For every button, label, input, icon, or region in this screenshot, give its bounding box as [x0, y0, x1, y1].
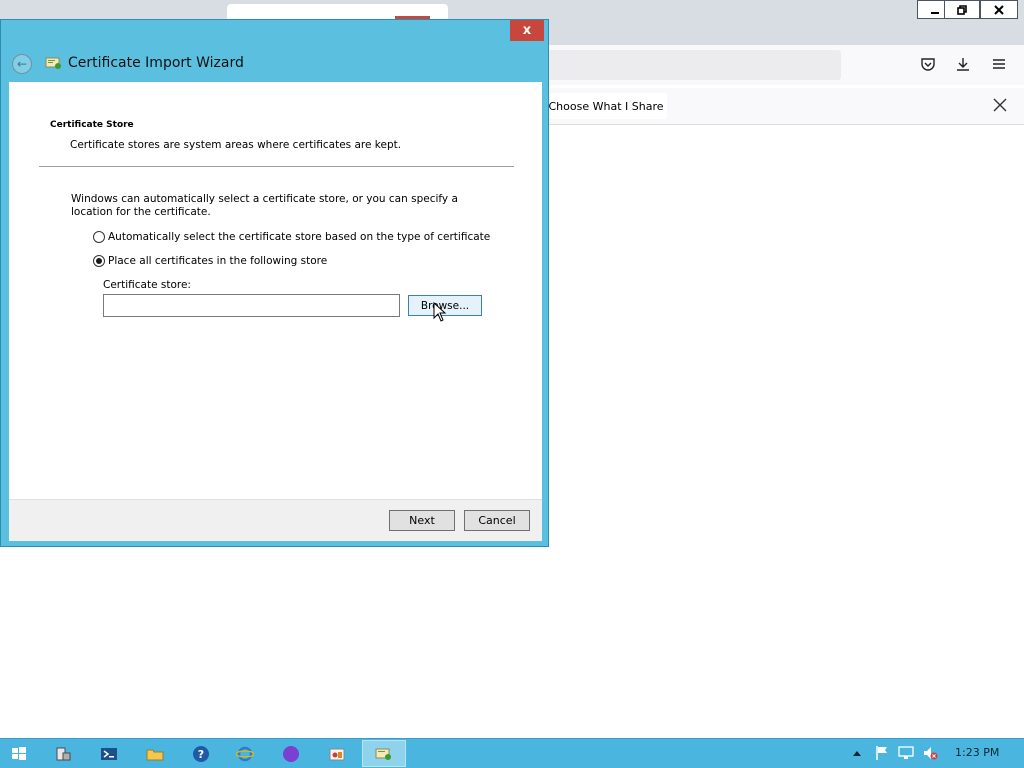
show-hidden-icons-icon[interactable] [850, 744, 864, 762]
next-button[interactable]: Next [389, 510, 455, 531]
auto-select-label[interactable]: Automatically select the certificate sto… [108, 231, 490, 243]
section-title: Certificate Store [50, 120, 134, 130]
action-center-flag-icon[interactable] [873, 744, 891, 762]
place-all-label[interactable]: Place all certificates in the following … [108, 255, 327, 267]
dialog-close-button[interactable]: x [510, 20, 544, 41]
internet-explorer-icon[interactable] [224, 740, 266, 767]
section-description: Certificate stores are system areas wher… [70, 139, 402, 151]
back-arrow-icon: ← [16, 57, 28, 71]
dialog-footer [9, 499, 542, 541]
certificate-store-input[interactable] [103, 294, 400, 317]
notification-close-icon[interactable] [990, 95, 1010, 115]
svg-text:?: ? [198, 748, 204, 761]
server-manager-icon[interactable] [42, 740, 84, 767]
file-explorer-icon[interactable] [134, 740, 176, 767]
pocket-icon[interactable] [917, 54, 939, 74]
restore-icon[interactable] [944, 0, 980, 19]
back-button[interactable]: ← [12, 54, 32, 74]
menu-icon[interactable] [988, 54, 1010, 74]
help-icon[interactable]: ? [180, 740, 222, 767]
divider [39, 166, 514, 167]
intro-text: Windows can automatically select a certi… [71, 193, 458, 218]
url-bar[interactable] [548, 50, 841, 80]
next-button-label: Next [409, 514, 435, 527]
app-icon[interactable] [316, 740, 358, 767]
download-icon[interactable] [952, 54, 974, 74]
powershell-icon[interactable] [88, 740, 130, 767]
place-all-radio[interactable] [93, 255, 105, 267]
certificate-store-label: Certificate store: [103, 279, 191, 291]
volume-muted-icon[interactable] [921, 744, 939, 762]
cancel-button[interactable]: Cancel [464, 510, 530, 531]
radio-selected-dot [96, 258, 102, 264]
certificate-wizard-taskbar-icon[interactable] [362, 740, 406, 767]
certificate-icon [45, 57, 61, 69]
certificate-import-wizard-dialog: x ← Certificate Import Wizard Certificat… [0, 19, 549, 547]
dialog-title: Certificate Import Wizard [68, 55, 244, 71]
choose-what-i-share-button[interactable]: Choose What I Share [545, 93, 667, 119]
auto-select-radio[interactable] [93, 231, 105, 243]
firefox-icon[interactable] [270, 740, 312, 767]
cancel-button-label: Cancel [478, 514, 516, 527]
close-icon: x [522, 23, 532, 38]
network-icon[interactable] [897, 744, 915, 762]
mouse-cursor-icon [433, 302, 447, 322]
taskbar-clock[interactable]: 1:23 PM [955, 746, 999, 759]
share-button-label: Choose What I Share [548, 99, 664, 113]
window-close-icon[interactable] [980, 0, 1018, 19]
start-icon[interactable] [0, 740, 38, 767]
